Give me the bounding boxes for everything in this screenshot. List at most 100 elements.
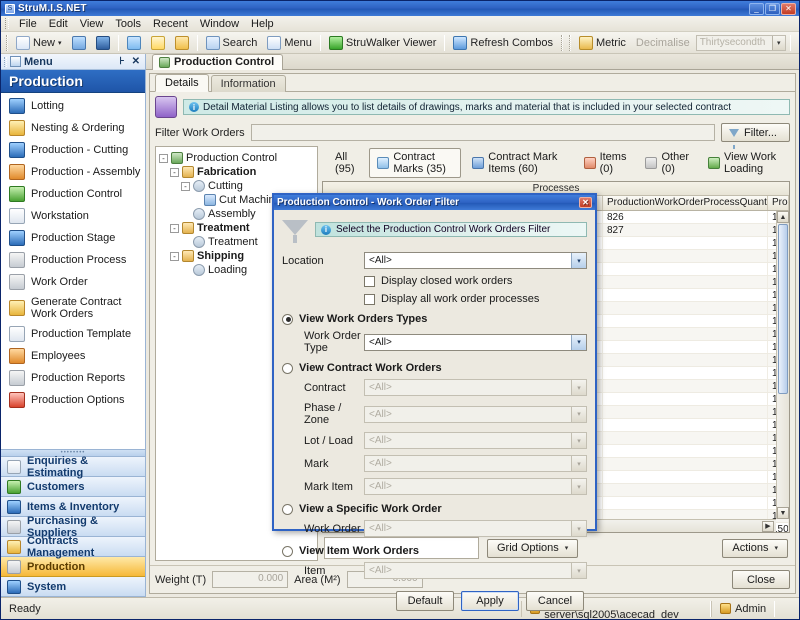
radio-view-contract-work-orders[interactable] xyxy=(282,362,293,374)
sidebar-item-production-control[interactable]: Production Control xyxy=(1,183,145,205)
sidebar-item-workstation[interactable]: Workstation xyxy=(1,205,145,227)
scroll-down-button[interactable]: ▼ xyxy=(777,507,789,519)
sidebar-item-production-assembly[interactable]: Production - Assembly xyxy=(1,161,145,183)
chevron-down-icon[interactable]: ▾ xyxy=(58,39,62,47)
display-closed-work-orders-row[interactable]: Display closed work orders xyxy=(282,275,587,287)
grid-tab-contract-mark-items-60[interactable]: Contract Mark Items (60) xyxy=(464,148,572,178)
close-icon[interactable]: ✕ xyxy=(130,56,142,67)
menu-item-recent[interactable]: Recent xyxy=(147,17,194,31)
sidebar-module-enquiries-estimating[interactable]: Enquiries & Estimating xyxy=(1,455,145,479)
restore-button[interactable]: ❐ xyxy=(765,2,780,15)
toolbar-open-button[interactable] xyxy=(68,35,90,51)
toolbar-forward-button[interactable] xyxy=(123,35,145,51)
mark-item-select[interactable]: <All> ▾ xyxy=(364,478,587,495)
sidebar-item-production-reports[interactable]: Production Reports xyxy=(1,367,145,389)
view-contract-work-orders-group[interactable]: View Contract Work Orders xyxy=(282,362,587,374)
radio-view-item-work-orders[interactable] xyxy=(282,545,293,557)
grid-header-process-quantity-id[interactable]: ProductionWorkOrderProcessQuantityID xyxy=(603,196,768,210)
menu-grip[interactable] xyxy=(5,18,9,29)
phase-zone-select[interactable]: <All> ▾ xyxy=(364,405,587,423)
chevron-down-icon[interactable]: ▾ xyxy=(571,380,586,395)
grid-header-production-work-order-process[interactable]: ProductionWorkOrderProcess xyxy=(768,196,789,210)
chevron-down-icon[interactable]: ▾ xyxy=(571,253,586,268)
view-item-work-orders-group[interactable]: View Item Work Orders xyxy=(282,545,587,557)
sidebar-grip[interactable] xyxy=(4,56,7,67)
sidebar-module-customers[interactable]: Customers xyxy=(1,477,145,497)
contract-select[interactable]: <All> ▾ xyxy=(364,379,587,396)
sidebar-module-system[interactable]: System xyxy=(1,577,145,597)
display-closed-checkbox[interactable] xyxy=(364,275,375,287)
toolbar-search-button[interactable]: Search xyxy=(202,35,262,51)
sidebar-item-production-process[interactable]: Production Process xyxy=(1,249,145,271)
sidebar-item-lotting[interactable]: Lotting xyxy=(1,95,145,117)
close-window-button[interactable]: ✕ xyxy=(781,2,796,15)
tree-node-production-control[interactable]: - Production Control xyxy=(159,151,314,165)
dialog-cancel-button[interactable]: Cancel xyxy=(526,591,584,611)
work-order-select[interactable]: <All> ▾ xyxy=(364,520,587,537)
filter-work-orders-input[interactable] xyxy=(250,124,715,141)
chevron-down-icon[interactable]: ▾ xyxy=(571,521,586,536)
dialog-apply-button[interactable]: Apply xyxy=(461,591,519,611)
toolbar-paste-button[interactable] xyxy=(171,35,193,51)
toolbar-struwalker-button[interactable]: StruWalker Viewer xyxy=(325,35,440,51)
tree-expander[interactable]: - xyxy=(170,167,179,177)
grid-tab-other-0[interactable]: Other (0) xyxy=(637,148,697,178)
location-select[interactable]: <All> ▾ xyxy=(364,252,587,269)
document-tab-production-control[interactable]: Production Control xyxy=(152,54,284,70)
view-work-order-types-group[interactable]: View Work Orders Types xyxy=(282,313,587,325)
scroll-right-button[interactable]: ▶ xyxy=(762,520,774,532)
menu-item-edit[interactable]: Edit xyxy=(43,17,74,31)
toolbar-grip[interactable] xyxy=(6,34,8,51)
fraction-precision-select[interactable]: Thirtysecondth ▾ xyxy=(695,34,786,51)
view-specific-work-order-group[interactable]: View a Specific Work Order xyxy=(282,503,587,515)
radio-view-work-order-types[interactable] xyxy=(282,313,293,325)
lot-load-select[interactable]: <All> ▾ xyxy=(364,432,587,449)
dialog-close-button[interactable]: ✕ xyxy=(579,197,592,208)
filter-button[interactable]: Filter... xyxy=(720,123,790,149)
sidebar-item-production-stage[interactable]: Production Stage xyxy=(1,227,145,249)
tab-information[interactable]: Information xyxy=(210,75,286,92)
chevron-down-icon[interactable]: ▾ xyxy=(571,563,586,578)
dialog-default-button[interactable]: Default xyxy=(396,591,454,611)
sidebar-item-work-order[interactable]: Work Order xyxy=(1,271,145,293)
sidebar-module-production[interactable]: Production xyxy=(1,557,145,577)
sidebar-item-generate-contract-work-orders[interactable]: Generate Contract Work Orders xyxy=(1,293,145,323)
menu-item-file[interactable]: File xyxy=(13,17,43,31)
display-all-processes-row[interactable]: Display all work order processes xyxy=(282,293,587,305)
tree-node-fabrication[interactable]: - Fabrication xyxy=(159,165,314,179)
scroll-up-button[interactable]: ▲ xyxy=(777,211,789,223)
toolbar-refresh-combos-button[interactable]: Refresh Combos xyxy=(449,35,557,51)
tree-expander[interactable]: - xyxy=(159,153,168,163)
menu-item-help[interactable]: Help xyxy=(245,17,280,31)
work-order-type-select[interactable]: <All> ▾ xyxy=(364,333,587,351)
close-button[interactable]: Close xyxy=(732,570,790,589)
sidebar-item-production-cutting[interactable]: Production - Cutting xyxy=(1,139,145,161)
chevron-down-icon[interactable]: ▾ xyxy=(771,35,785,50)
tree-expander[interactable]: - xyxy=(170,251,179,261)
sidebar-item-production-template[interactable]: Production Template xyxy=(1,323,145,345)
toolbar-new-button[interactable]: New ▾ xyxy=(12,35,66,51)
chevron-down-icon[interactable]: ▾ xyxy=(571,433,586,448)
tree-expander[interactable]: - xyxy=(170,223,179,233)
menu-item-view[interactable]: View xyxy=(74,17,110,31)
chevron-down-icon[interactable]: ▾ xyxy=(774,544,778,552)
grid-tab-all-95[interactable]: All (95) xyxy=(327,148,366,178)
actions-button[interactable]: Actions ▾ xyxy=(722,538,788,558)
chevron-down-icon[interactable]: ▾ xyxy=(571,406,586,422)
mark-select[interactable]: <All> ▾ xyxy=(364,455,587,472)
menu-item-window[interactable]: Window xyxy=(194,17,245,31)
toolbar-grip-3[interactable] xyxy=(568,34,571,51)
chevron-down-icon[interactable]: ▾ xyxy=(571,334,586,350)
tree-expander[interactable]: - xyxy=(181,181,190,191)
chevron-down-icon[interactable]: ▾ xyxy=(571,479,586,494)
display-all-processes-checkbox[interactable] xyxy=(364,293,375,305)
radio-view-specific-work-order[interactable] xyxy=(282,503,293,515)
grid-tab-view-work-loading[interactable]: View Work Loading xyxy=(700,148,790,178)
chevron-down-icon[interactable]: ▾ xyxy=(571,456,586,471)
scroll-thumb[interactable] xyxy=(778,224,788,394)
toolbar-grip-2[interactable] xyxy=(560,34,563,51)
toolbar-menu-button[interactable]: Menu xyxy=(263,35,316,51)
menu-item-tools[interactable]: Tools xyxy=(109,17,147,31)
toolbar-metric-button[interactable]: Metric xyxy=(575,35,630,51)
toolbar-save-button[interactable] xyxy=(92,35,114,51)
